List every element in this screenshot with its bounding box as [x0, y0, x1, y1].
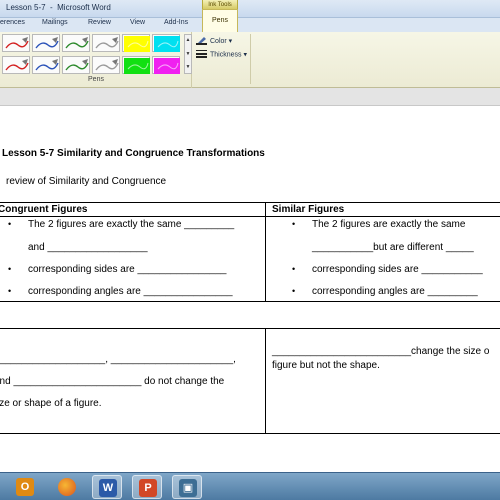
pen-swatch[interactable]: [122, 56, 150, 74]
chevron-down-icon[interactable]: ▼: [185, 51, 191, 57]
chevron-up-icon[interactable]: ▲: [185, 37, 191, 43]
highlighter-icon: [154, 36, 180, 52]
pen-swatch[interactable]: [62, 56, 90, 74]
pen-swatch[interactable]: [152, 56, 180, 74]
pen-icon: [35, 59, 59, 71]
pen-icon: [95, 37, 119, 49]
gallery-more-icon[interactable]: ▼: [185, 64, 191, 70]
ribbon-tabs: erences Mailings Review View Add-Ins: [0, 18, 500, 32]
pen-swatch[interactable]: [2, 56, 30, 74]
table2-column-rule: [265, 328, 266, 434]
table-header-rule: [0, 216, 500, 217]
bullet-icon: •: [292, 264, 296, 274]
tab-review[interactable]: Review: [88, 19, 111, 26]
pens-group: ▲ ▼ ▼ Pens: [0, 32, 192, 88]
pen-swatch[interactable]: [92, 56, 120, 74]
congruent-item-1-cont: and __________________: [28, 242, 148, 253]
similar-item-1-cont: ___________but are different _____: [312, 242, 474, 253]
highlighter-icon: [124, 36, 150, 52]
pen-icon: [95, 59, 119, 71]
title-bar: Lesson 5-7 - Microsoft Word Ink Tools: [0, 0, 500, 18]
bullet-icon: •: [292, 219, 296, 229]
bullet-icon: •: [292, 286, 296, 296]
taskbar: O W P ▣: [0, 472, 500, 500]
highlighter-icon: [154, 58, 180, 74]
pen-icon: [5, 59, 29, 71]
tab-mailings[interactable]: Mailings: [42, 19, 68, 26]
thickness-label: Thickness: [210, 51, 242, 59]
pen-swatch[interactable]: [122, 34, 150, 52]
tab-pens[interactable]: Pens: [202, 9, 238, 32]
taskbar-network-app-button[interactable]: ▣: [172, 475, 202, 499]
color-label: Color: [210, 37, 227, 45]
congruent-item-2: corresponding sides are ________________: [28, 264, 227, 275]
ribbon: ▲ ▼ ▼ Pens Color ▾ Thickness ▾: [0, 32, 500, 88]
taskbar-powerpoint-button[interactable]: P: [132, 475, 162, 499]
ribbon-divider: [250, 34, 251, 84]
thickness-button[interactable]: Thickness ▾: [196, 49, 247, 60]
ruler-gap: [0, 88, 500, 106]
network-app-icon: ▣: [179, 479, 197, 497]
window-title: Lesson 5-7 - Microsoft Word: [6, 3, 111, 12]
table-column-rule: [265, 202, 266, 302]
similar-item-3: corresponding angles are _________: [312, 286, 478, 297]
powerpoint-icon: P: [139, 479, 157, 497]
pen-swatch[interactable]: [32, 34, 60, 52]
tab-view[interactable]: View: [130, 19, 145, 26]
congruent-item-1: The 2 figures are exactly the same _____…: [28, 219, 235, 230]
word-icon: W: [99, 479, 117, 497]
line-thickness-icon: [196, 49, 207, 60]
bullet-icon: •: [8, 286, 12, 296]
pen-swatch[interactable]: [62, 34, 90, 52]
outlook-icon: O: [16, 478, 34, 496]
color-button[interactable]: Color ▾: [196, 35, 232, 47]
pen-swatch[interactable]: [32, 56, 60, 74]
tab-add-ins[interactable]: Add-Ins: [164, 19, 188, 26]
rigid-motions-line-1: ____________________, __________________…: [0, 354, 236, 365]
congruent-figures-header: Congruent Figures: [0, 204, 88, 215]
pen-gallery-scrollbar[interactable]: ▲ ▼ ▼: [184, 34, 192, 74]
dilation-line-2: figure but not the shape.: [272, 360, 380, 371]
pen-swatch[interactable]: [152, 34, 180, 52]
pen-icon: [65, 59, 89, 71]
taskbar-outlook-button[interactable]: O: [10, 475, 40, 499]
pen-icon: [35, 37, 59, 49]
firefox-icon: [58, 478, 76, 496]
bullet-icon: •: [8, 219, 12, 229]
similar-figures-header: Similar Figures: [272, 204, 345, 215]
pens-group-label: Pens: [88, 76, 104, 83]
highlighter-icon: [124, 58, 150, 74]
pen-icon: [5, 37, 29, 49]
congruent-item-3: corresponding angles are _______________…: [28, 286, 233, 297]
similar-item-2: corresponding sides are ___________: [312, 264, 483, 275]
pen-swatch[interactable]: [2, 34, 30, 52]
dilation-line-1: _________________________change the size…: [272, 346, 490, 357]
document-subtitle: review of Similarity and Congruence: [6, 176, 167, 187]
pen-swatch[interactable]: [92, 34, 120, 52]
similar-item-1: The 2 figures are exactly the same: [312, 219, 466, 230]
rigid-motions-line-2: and _______________________ do not chang…: [0, 376, 225, 387]
pen-color-icon: [196, 35, 207, 47]
taskbar-firefox-button[interactable]: [52, 475, 82, 499]
rigid-motions-line-3: size or shape of a figure.: [0, 398, 102, 409]
document-page[interactable]: Lesson 5-7 Similarity and Congruence Tra…: [0, 106, 500, 472]
pen-icon: [65, 37, 89, 49]
tab-references[interactable]: erences: [0, 19, 25, 26]
taskbar-word-button[interactable]: W: [92, 475, 122, 499]
document-title: Lesson 5-7 Similarity and Congruence Tra…: [2, 148, 265, 159]
bullet-icon: •: [8, 264, 12, 274]
